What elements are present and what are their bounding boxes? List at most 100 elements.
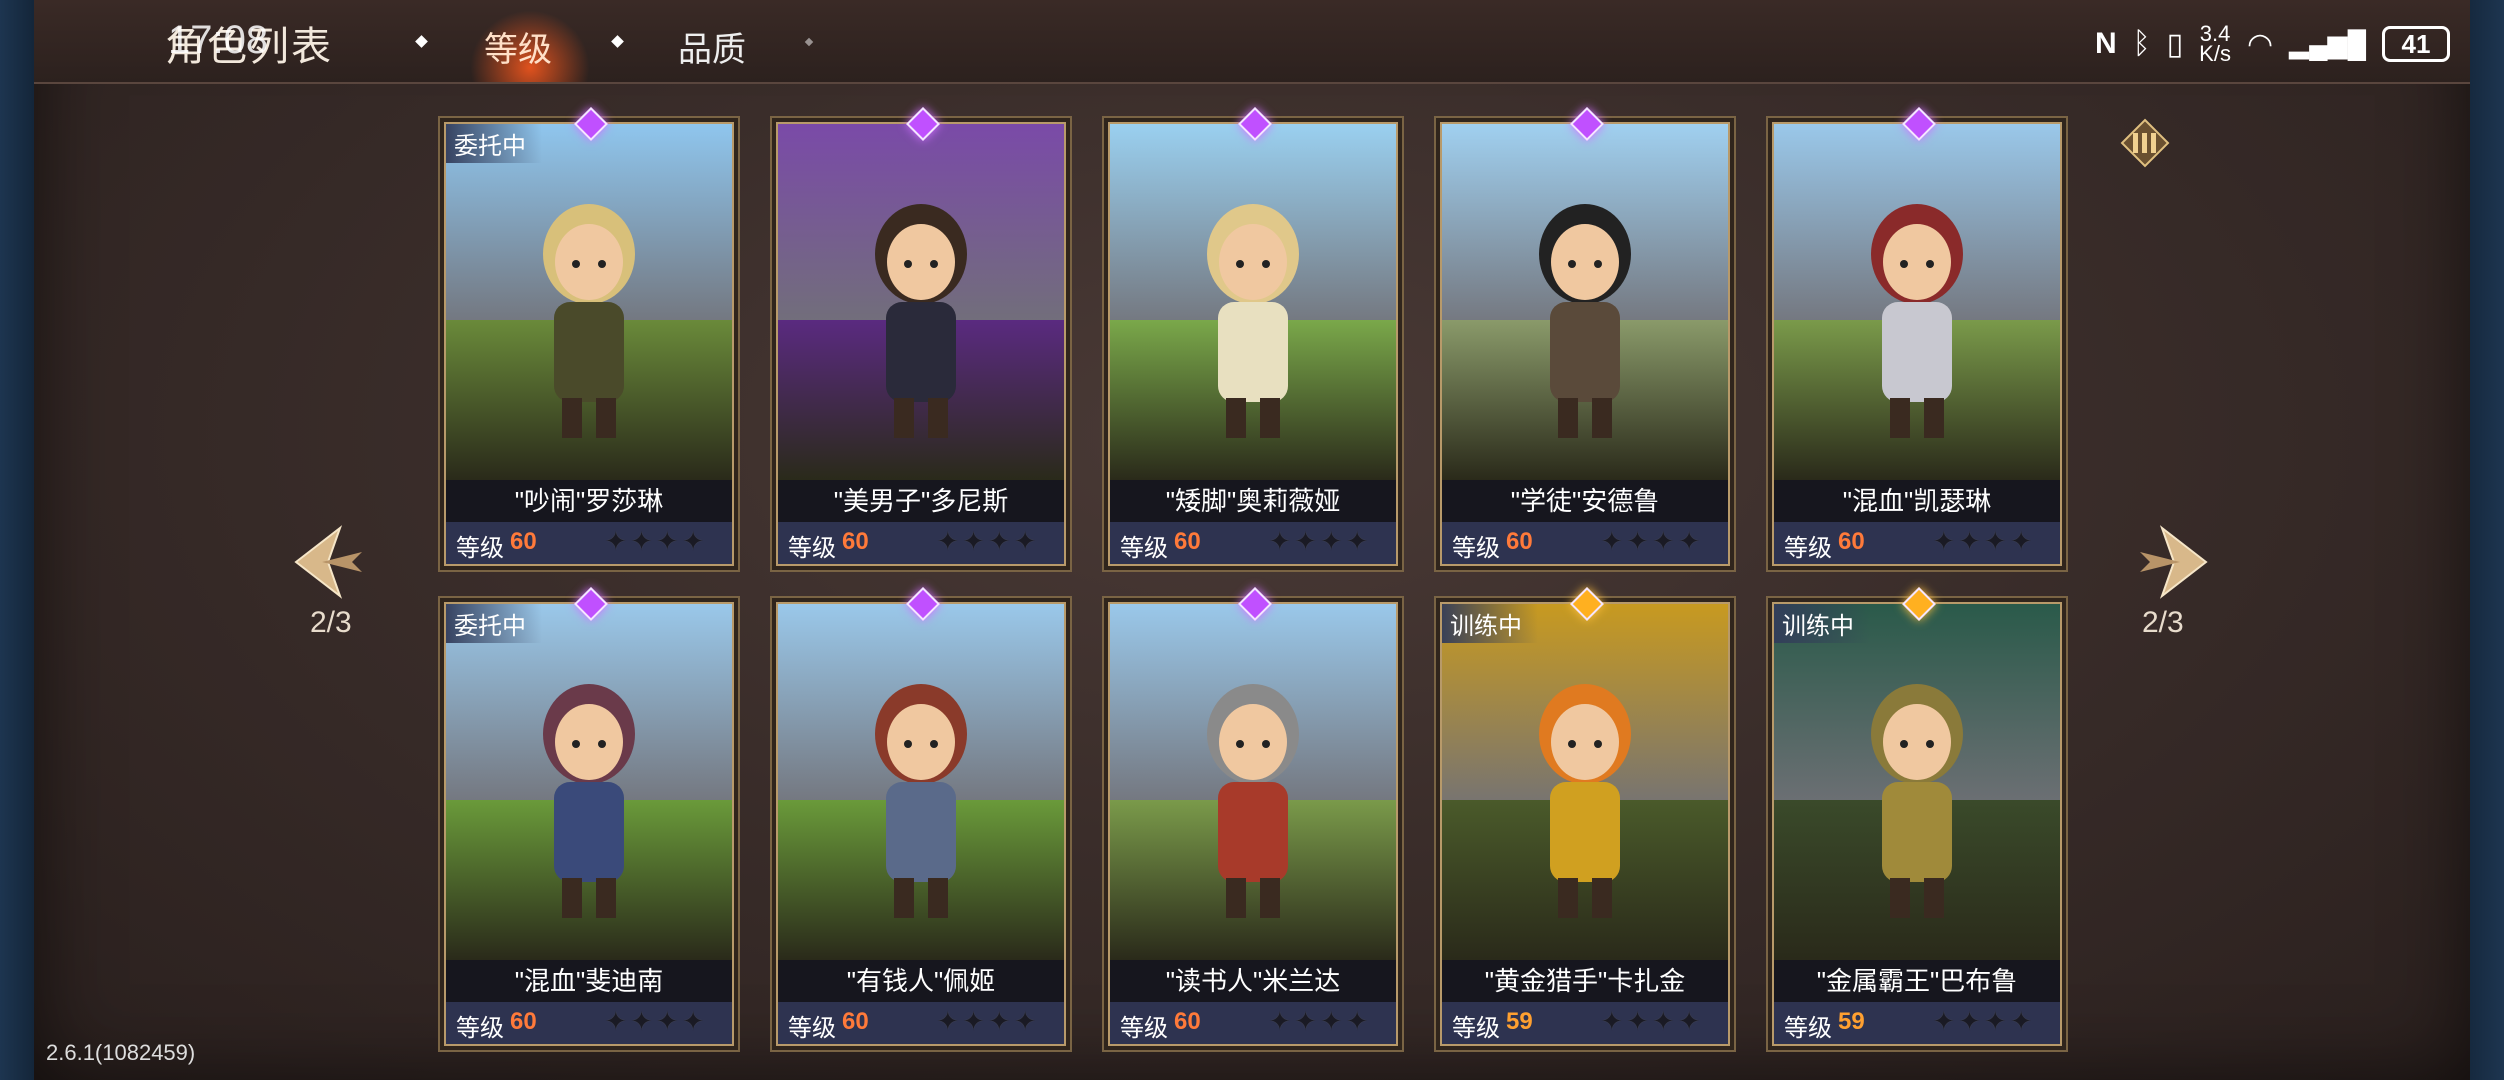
- character-figure: [1871, 204, 1963, 438]
- character-card[interactable]: 训练中 "金属霸王"巴布鲁 等级 59 ✦✦✦✦: [1772, 587, 2062, 1046]
- status-badge: 训练中: [1442, 604, 1538, 643]
- character-portrait: [1774, 604, 2060, 960]
- level-bar: 等级 60 ✦✦✦✦: [1110, 1002, 1396, 1044]
- level-bar: 等级 60 ✦✦✦✦: [1774, 522, 2060, 564]
- level-label: 等级: [788, 1015, 836, 1042]
- previous-page-arrow[interactable]: [292, 522, 372, 602]
- level-value: 59: [1506, 1008, 1533, 1035]
- star-rating-icon: ✦✦✦✦: [1600, 1006, 1704, 1036]
- level-bar: 等级 59 ✦✦✦✦: [1774, 1002, 2060, 1044]
- vibrate-icon: ▯: [2166, 27, 2184, 61]
- level-bar: 等级 60 ✦✦✦✦: [446, 1002, 732, 1044]
- level-label: 等级: [788, 535, 836, 562]
- character-name: "矮脚"奥莉薇娅: [1110, 480, 1396, 522]
- character-figure: [875, 684, 967, 918]
- character-name: "吵闹"罗莎琳: [446, 480, 732, 522]
- system-status-bar: N ᛒ ▯ 3.4 K/s ◠ ▂▄▆█ 41: [2094, 21, 2450, 66]
- character-name: "美男子"多尼斯: [778, 480, 1064, 522]
- nfc-icon: N: [2094, 27, 2117, 60]
- character-card[interactable]: "读书人"米兰达 等级 60 ✦✦✦✦: [1108, 587, 1398, 1046]
- page-indicator-right: 2/3: [2142, 606, 2184, 639]
- battery-icon: 41: [2382, 26, 2450, 62]
- character-card[interactable]: "学徒"安德鲁 等级 60 ✦✦✦✦: [1440, 107, 1730, 566]
- status-badge: 训练中: [1774, 604, 1870, 643]
- net-speed: 3.4 K/s: [2199, 21, 2231, 66]
- wifi-icon: ◠: [2246, 27, 2274, 61]
- character-portrait: [778, 124, 1064, 480]
- character-portrait: [1774, 124, 2060, 480]
- star-rating-icon: ✦✦✦✦: [1932, 526, 2036, 556]
- star-rating-icon: ✦✦✦✦: [1268, 526, 1372, 556]
- status-badge: 委托中: [446, 604, 542, 643]
- tab-quality[interactable]: 品质: [678, 22, 746, 71]
- character-card[interactable]: "混血"凯瑟琳 等级 60 ✦✦✦✦: [1772, 107, 2062, 566]
- character-figure: [875, 204, 967, 438]
- character-portrait: [1442, 604, 1728, 960]
- character-name: "混血"凯瑟琳: [1774, 480, 2060, 522]
- star-rating-icon: ✦✦✦✦: [1600, 526, 1704, 556]
- level-bar: 等级 60 ✦✦✦✦: [1442, 522, 1728, 564]
- level-label: 等级: [456, 1015, 504, 1042]
- star-rating-icon: ✦✦✦✦: [936, 526, 1040, 556]
- character-card[interactable]: "美男子"多尼斯 等级 60 ✦✦✦✦: [776, 107, 1066, 566]
- character-figure: [543, 684, 635, 918]
- level-value: 60: [1838, 528, 1865, 555]
- version-label: 2.6.1(1082459): [46, 1040, 196, 1065]
- level-bar: 等级 60 ✦✦✦✦: [1110, 522, 1396, 564]
- character-card[interactable]: 训练中 "黄金猎手"卡扎金 等级 59 ✦✦✦✦: [1440, 587, 1730, 1046]
- star-rating-icon: ✦✦✦✦: [604, 1006, 708, 1036]
- character-figure: [543, 204, 635, 438]
- tab-level[interactable]: 等级: [484, 22, 552, 71]
- status-badge: 委托中: [446, 124, 542, 163]
- signal-icon: ▂▄▆█: [2289, 28, 2366, 59]
- character-figure: [1207, 204, 1299, 438]
- character-card[interactable]: 委托中 "吵闹"罗莎琳 等级 60 ✦✦✦✦: [444, 107, 734, 566]
- level-label: 等级: [1120, 1015, 1168, 1042]
- level-value: 60: [510, 1008, 537, 1035]
- character-figure: [1207, 684, 1299, 918]
- character-figure: [1871, 684, 1963, 918]
- character-name: "混血"斐迪南: [446, 960, 732, 1002]
- character-card[interactable]: "有钱人"佩姬 等级 60 ✦✦✦✦: [776, 587, 1066, 1046]
- level-value: 60: [1174, 528, 1201, 555]
- level-label: 等级: [1120, 535, 1168, 562]
- level-label: 等级: [1784, 1015, 1832, 1042]
- character-name: "读书人"米兰达: [1110, 960, 1396, 1002]
- level-bar: 等级 60 ✦✦✦✦: [446, 522, 732, 564]
- level-label: 等级: [456, 535, 504, 562]
- level-bar: 等级 60 ✦✦✦✦: [778, 522, 1064, 564]
- level-label: 等级: [1784, 535, 1832, 562]
- star-rating-icon: ✦✦✦✦: [604, 526, 708, 556]
- level-label: 等级: [1452, 1015, 1500, 1042]
- character-portrait: [446, 604, 732, 960]
- level-value: 60: [510, 528, 537, 555]
- status-clock: 17:08: [168, 18, 269, 62]
- next-page-arrow[interactable]: [2130, 522, 2210, 602]
- character-name: "金属霸王"巴布鲁: [1774, 960, 2060, 1002]
- character-portrait: [1442, 124, 1728, 480]
- character-portrait: [1110, 124, 1396, 480]
- character-card[interactable]: "矮脚"奥莉薇娅 等级 60 ✦✦✦✦: [1108, 107, 1398, 566]
- character-name: "学徒"安德鲁: [1442, 480, 1728, 522]
- character-card[interactable]: 委托中 "混血"斐迪南 等级 60 ✦✦✦✦: [444, 587, 734, 1046]
- page-indicator-left: 2/3: [310, 606, 352, 639]
- bluetooth-icon: ᛒ: [2132, 27, 2151, 60]
- level-label: 等级: [1452, 535, 1500, 562]
- character-figure: [1539, 684, 1631, 918]
- star-rating-icon: ✦✦✦✦: [936, 1006, 1040, 1036]
- level-bar: 等级 60 ✦✦✦✦: [778, 1002, 1064, 1044]
- character-name: "有钱人"佩姬: [778, 960, 1064, 1002]
- level-value: 60: [1506, 528, 1533, 555]
- level-value: 60: [1174, 1008, 1201, 1035]
- level-value: 59: [1838, 1008, 1865, 1035]
- view-toggle-icon[interactable]: [2120, 118, 2170, 168]
- character-name: "黄金猎手"卡扎金: [1442, 960, 1728, 1002]
- level-value: 60: [842, 528, 869, 555]
- character-portrait: [778, 604, 1064, 960]
- level-value: 60: [842, 1008, 869, 1035]
- character-figure: [1539, 204, 1631, 438]
- star-rating-icon: ✦✦✦✦: [1932, 1006, 2036, 1036]
- star-rating-icon: ✦✦✦✦: [1268, 1006, 1372, 1036]
- level-bar: 等级 59 ✦✦✦✦: [1442, 1002, 1728, 1044]
- character-portrait: [1110, 604, 1396, 960]
